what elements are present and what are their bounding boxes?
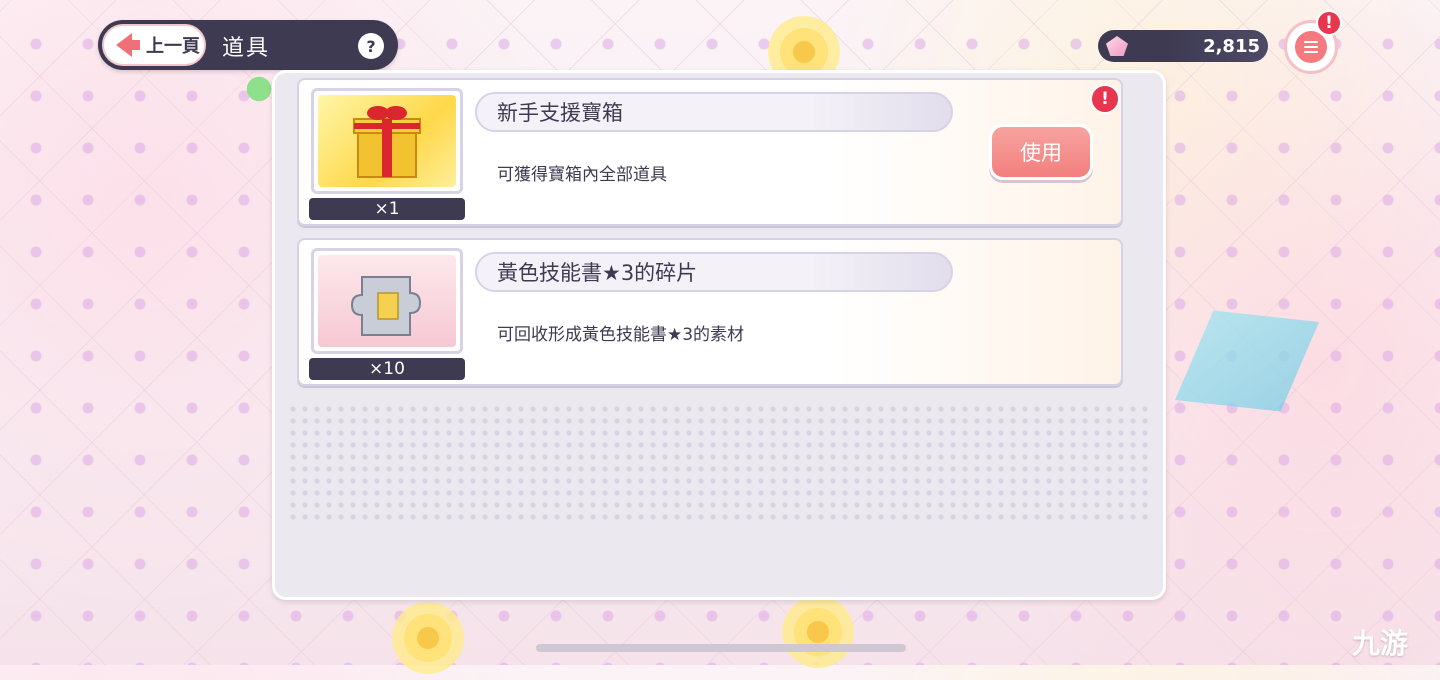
item-card[interactable]: ×1 新手支援寶箱 可獲得寶箱內全部道具 使用 — [297, 78, 1123, 226]
item-name: 黃色技能書★3的碎片 — [475, 252, 953, 292]
item-name: 新手支援寶箱 — [475, 92, 953, 132]
flower-decoration — [386, 596, 470, 680]
watermark-logo: 九游 — [1352, 627, 1409, 660]
help-button[interactable]: ? — [358, 33, 384, 59]
panel-pattern — [287, 403, 1153, 523]
puzzle-piece-icon — [350, 276, 422, 336]
back-button[interactable]: 上一頁 — [102, 24, 206, 66]
menu-icon — [1295, 31, 1327, 63]
item-alert-badge: ! — [1090, 84, 1120, 114]
page-title: 道具 — [222, 36, 271, 61]
item-description: 可獲得寶箱內全部道具 — [497, 165, 667, 185]
home-indicator — [536, 644, 906, 652]
item-card[interactable]: ×10 黃色技能書★3的碎片 可回收形成黃色技能書★3的素材 — [297, 238, 1123, 386]
use-button[interactable]: 使用 — [989, 124, 1093, 180]
currency-value: 2,815 — [1203, 36, 1260, 57]
item-thumbnail — [311, 248, 463, 354]
back-arrow-icon — [116, 33, 140, 57]
item-quantity: ×10 — [309, 358, 465, 380]
item-description: 可回收形成黃色技能書★3的素材 — [497, 325, 745, 345]
menu-alert-badge: ! — [1316, 10, 1342, 36]
gift-box-icon — [353, 106, 421, 178]
back-button-label: 上一頁 — [146, 36, 200, 57]
item-quantity: ×1 — [309, 198, 465, 220]
flower-decoration — [776, 590, 860, 674]
item-thumbnail — [311, 88, 463, 194]
